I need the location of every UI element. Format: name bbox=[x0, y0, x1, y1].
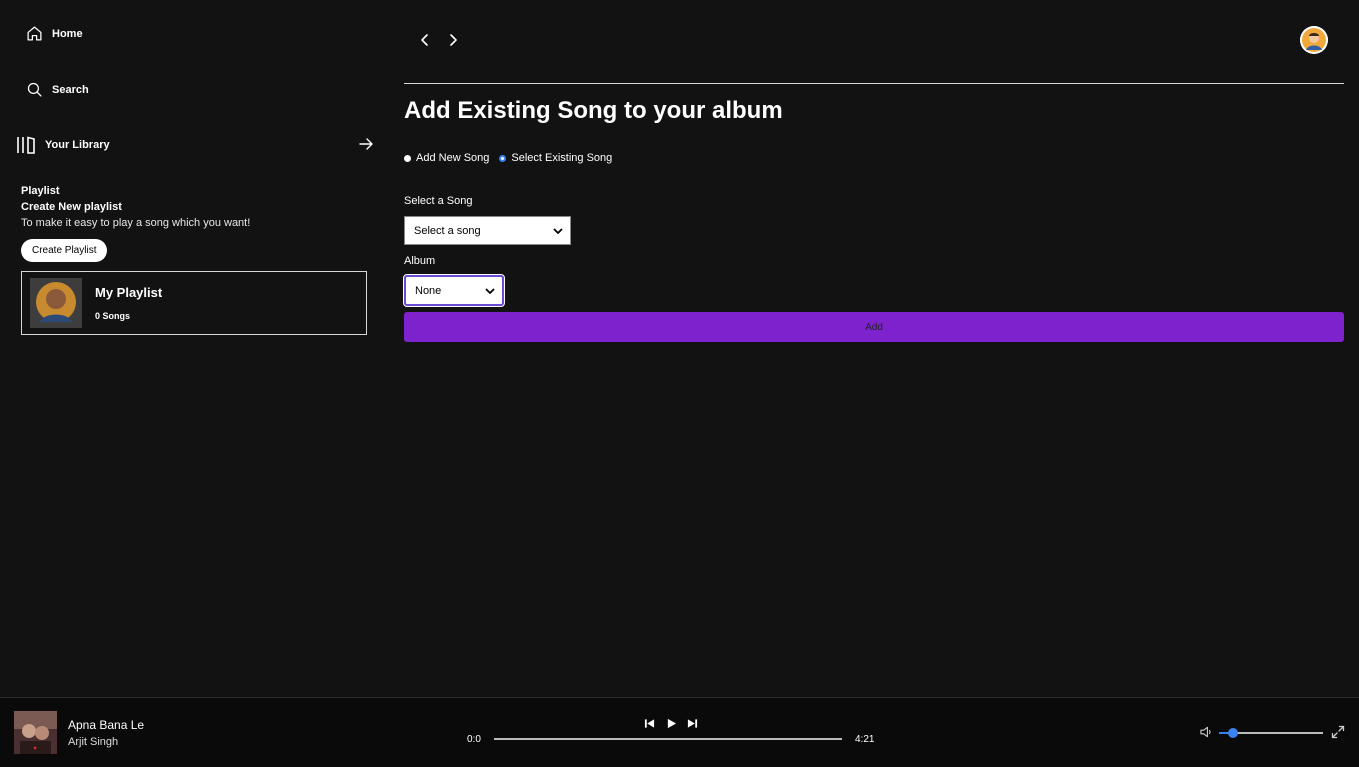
playlist-thumbnail bbox=[30, 278, 82, 328]
chevron-down-icon bbox=[485, 288, 495, 294]
current-time: 0:0 bbox=[467, 734, 481, 745]
user-avatar[interactable] bbox=[1300, 26, 1328, 54]
forward-button[interactable] bbox=[445, 31, 461, 49]
album-select[interactable]: None bbox=[403, 274, 505, 307]
song-select[interactable]: Select a song bbox=[404, 216, 571, 245]
play-button[interactable] bbox=[664, 716, 678, 730]
playlist-subheading: Create New playlist bbox=[21, 201, 122, 213]
chevron-right-icon bbox=[450, 34, 457, 46]
playlist-song-count: 0 Songs bbox=[95, 311, 131, 321]
player-bar: ♥ Apna Bana Le Arjit Singh 0:0 4:21 bbox=[0, 697, 1359, 767]
radio-dot-selected bbox=[499, 154, 507, 162]
playlist-heading: Playlist bbox=[21, 185, 60, 197]
back-button[interactable] bbox=[417, 31, 433, 49]
svg-text:♥: ♥ bbox=[33, 746, 37, 752]
playlist-name: My Playlist bbox=[95, 285, 163, 300]
album-select-label: Album bbox=[404, 255, 436, 267]
page-title: Add Existing Song to your album bbox=[404, 97, 783, 124]
volume-slider[interactable] bbox=[1219, 728, 1323, 738]
track-title: Apna Bana Le bbox=[68, 718, 145, 732]
nav-home-label: Home bbox=[52, 27, 83, 40]
chevron-left-icon bbox=[421, 34, 428, 46]
add-button[interactable]: Add bbox=[404, 312, 1344, 342]
nav-search-label: Search bbox=[52, 83, 89, 96]
playlist-description: To make it easy to play a song which you… bbox=[21, 217, 251, 229]
sidebar: Home Search Your Library Playlist Create… bbox=[0, 0, 384, 697]
volume-knob[interactable] bbox=[1227, 728, 1238, 738]
song-select-label: Select a Song bbox=[404, 195, 473, 207]
nav-search[interactable]: Search bbox=[26, 81, 89, 98]
home-icon bbox=[27, 26, 42, 41]
chevron-down-icon bbox=[553, 228, 563, 234]
next-button[interactable] bbox=[685, 716, 699, 730]
previous-button[interactable] bbox=[642, 716, 656, 730]
library-icon bbox=[17, 136, 35, 154]
play-icon bbox=[667, 718, 676, 728]
search-icon bbox=[27, 82, 42, 97]
radio-select-existing-song[interactable]: Select Existing Song bbox=[499, 152, 612, 164]
library-header[interactable]: Your Library bbox=[16, 135, 374, 155]
album-select-value: None bbox=[415, 284, 442, 297]
radio-add-new-song[interactable]: Add New Song bbox=[404, 152, 489, 164]
arrow-right-icon[interactable] bbox=[358, 136, 374, 152]
radio-dot bbox=[404, 154, 411, 162]
create-playlist-button[interactable]: Create Playlist bbox=[21, 239, 108, 262]
skip-forward-icon bbox=[687, 718, 697, 728]
library-label: Your Library bbox=[45, 139, 110, 151]
total-time: 4:21 bbox=[855, 734, 875, 745]
volume-icon[interactable] bbox=[1200, 726, 1213, 738]
song-select-value: Select a song bbox=[414, 224, 481, 237]
header-divider bbox=[404, 83, 1344, 84]
progress-bar[interactable] bbox=[494, 738, 842, 740]
playlist-section: Playlist Create New playlist To make it … bbox=[21, 183, 367, 335]
skip-back-icon bbox=[644, 718, 654, 728]
playlist-card[interactable]: My Playlist 0 Songs bbox=[21, 271, 367, 335]
radio-label: Select Existing Song bbox=[511, 152, 613, 164]
radio-label: Add New Song bbox=[416, 152, 490, 164]
nav-home[interactable]: Home bbox=[26, 25, 83, 42]
song-mode-radio-group: Add New Song Select Existing Song bbox=[404, 152, 622, 164]
expand-icon[interactable] bbox=[1331, 725, 1345, 739]
track-cover: ♥ bbox=[14, 711, 57, 754]
track-artist: Arjit Singh bbox=[68, 736, 119, 748]
